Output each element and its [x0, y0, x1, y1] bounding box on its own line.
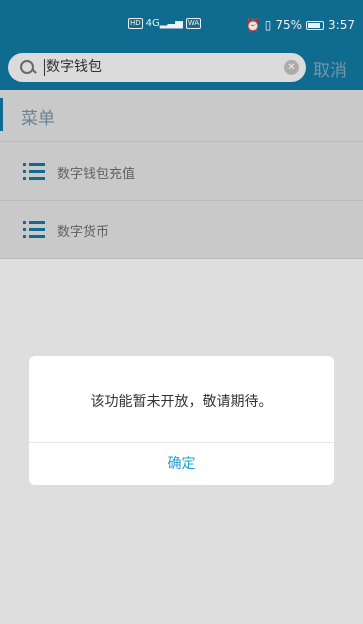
confirm-button[interactable]: 确定 — [29, 443, 334, 485]
alert-dialog: 该功能暂未开放，敬请期待。 确定 — [29, 356, 334, 485]
modal-overlay[interactable] — [0, 0, 363, 624]
dialog-message: 该功能暂未开放，敬请期待。 — [90, 394, 273, 410]
